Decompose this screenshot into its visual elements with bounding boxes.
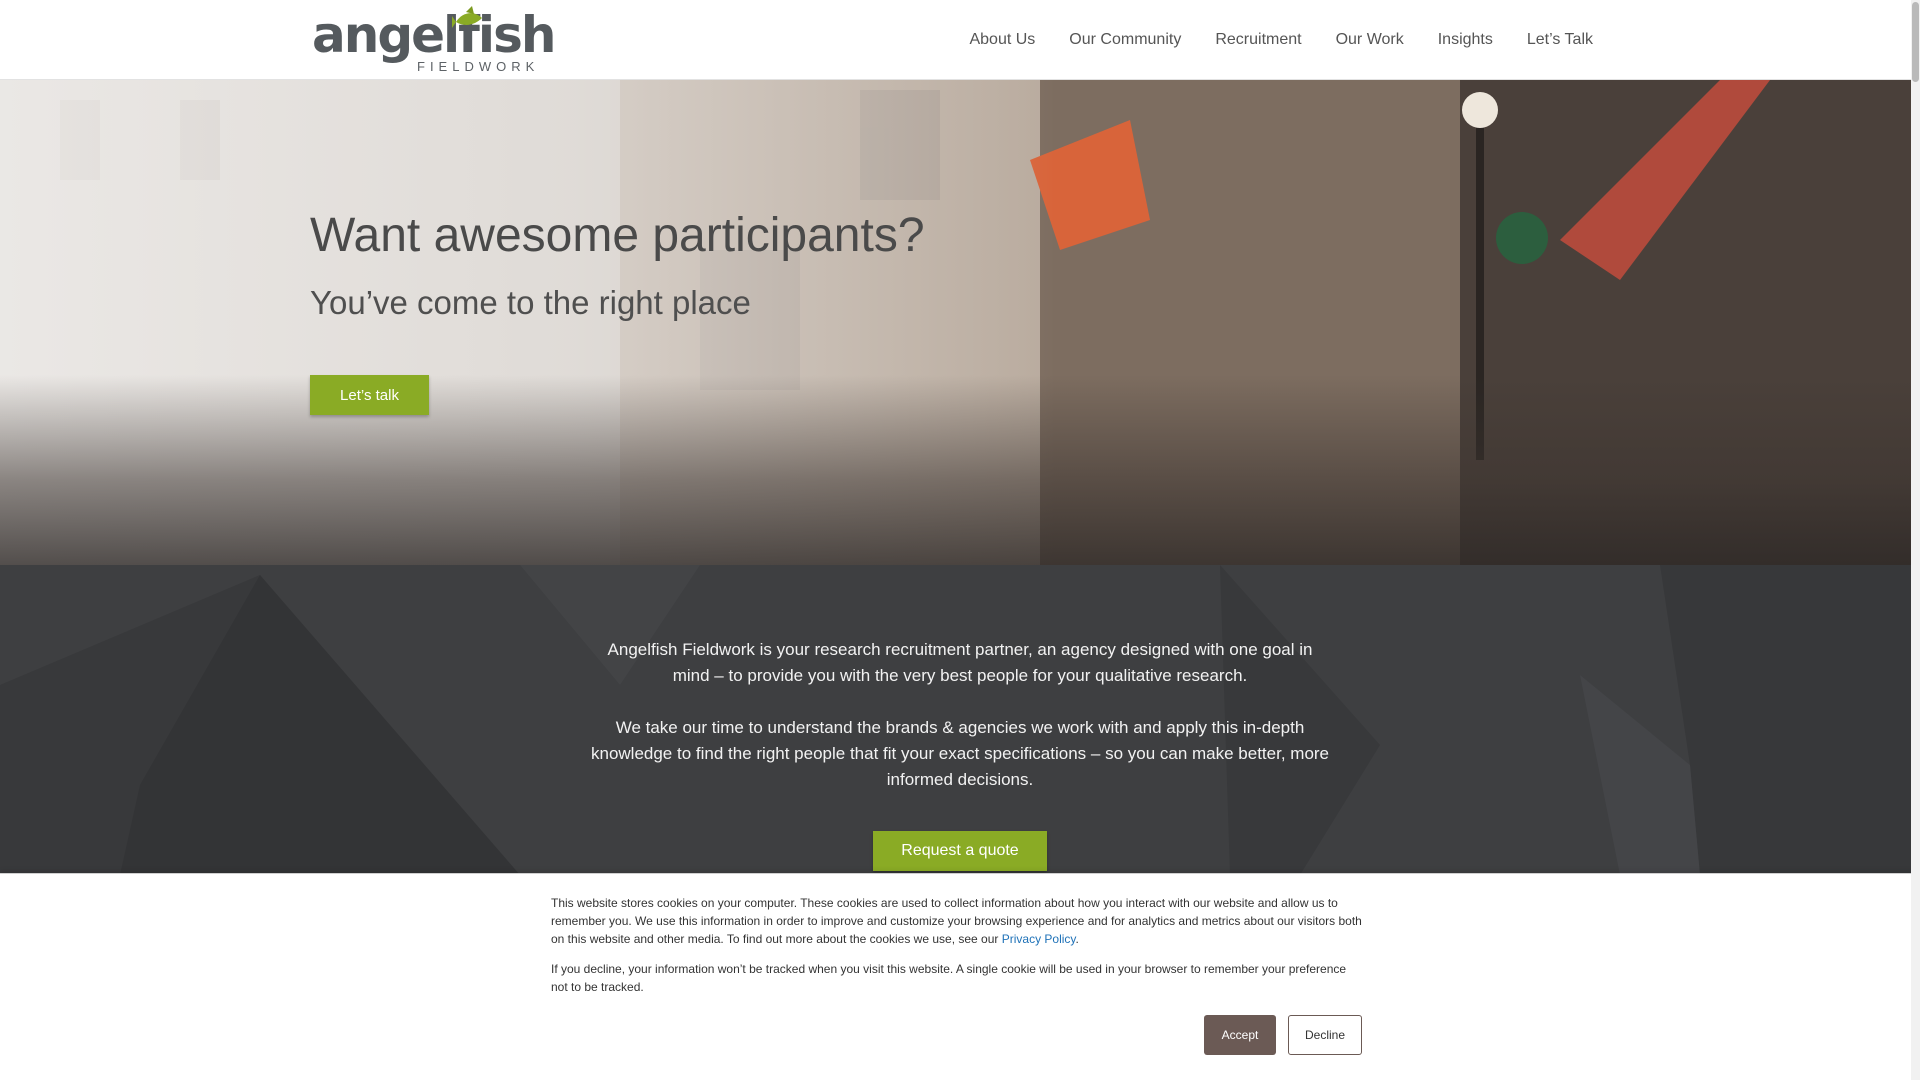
angelfish-icon bbox=[452, 6, 482, 28]
intro-text: Angelfish Fieldwork is your research rec… bbox=[590, 637, 1330, 819]
nav-recruitment[interactable]: Recruitment bbox=[1215, 31, 1301, 49]
privacy-policy-link[interactable]: Privacy Policy bbox=[1002, 932, 1076, 946]
site-header: angelfish FIELDWORK About Us Our Communi… bbox=[0, 0, 1920, 80]
cookie-paragraph-1: This website stores cookies on your comp… bbox=[551, 894, 1363, 948]
lets-talk-button[interactable]: Let’s talk bbox=[310, 375, 429, 415]
nav-about-us[interactable]: About Us bbox=[969, 31, 1035, 49]
logo[interactable]: angelfish FIELDWORK bbox=[312, 6, 556, 74]
cookie-paragraph-2: If you decline, your information won’t b… bbox=[551, 962, 1347, 994]
cookie-text-1-end: . bbox=[1075, 932, 1079, 946]
intro-paragraph-1: Angelfish Fieldwork is your research rec… bbox=[607, 640, 1313, 685]
intro-section: Angelfish Fieldwork is your research rec… bbox=[0, 565, 1920, 875]
hero-subtitle: You’ve come to the right place bbox=[310, 284, 751, 321]
page-scrollbar[interactable] bbox=[1911, 0, 1920, 1080]
nav-our-community[interactable]: Our Community bbox=[1069, 31, 1181, 49]
intro-paragraph-2: We take our time to understand the brand… bbox=[590, 718, 1330, 789]
cookie-text-1: This website stores cookies on your comp… bbox=[551, 896, 1362, 946]
hero-title: Want awesome participants? bbox=[310, 209, 925, 262]
cookie-text: This website stores cookies on your comp… bbox=[551, 894, 1363, 1008]
decline-button[interactable]: Decline bbox=[1288, 1015, 1362, 1055]
nav-our-work[interactable]: Our Work bbox=[1336, 31, 1404, 49]
hero-crowd-shade bbox=[0, 375, 1920, 565]
main-nav: About Us Our Community Recruitment Our W… bbox=[935, 0, 1593, 80]
request-quote-button[interactable]: Request a quote bbox=[873, 831, 1047, 871]
cookie-banner: This website stores cookies on your comp… bbox=[0, 873, 1920, 1080]
accept-button[interactable]: Accept bbox=[1204, 1015, 1276, 1055]
logo-wordmark: angelfish bbox=[312, 6, 556, 64]
nav-lets-talk[interactable]: Let’s Talk bbox=[1527, 31, 1593, 49]
hero-banner: Want awesome participants? You’ve come t… bbox=[0, 80, 1920, 565]
scrollbar-thumb[interactable] bbox=[1912, 2, 1919, 82]
nav-insights[interactable]: Insights bbox=[1438, 31, 1493, 49]
logo-tagline: FIELDWORK bbox=[417, 59, 540, 74]
